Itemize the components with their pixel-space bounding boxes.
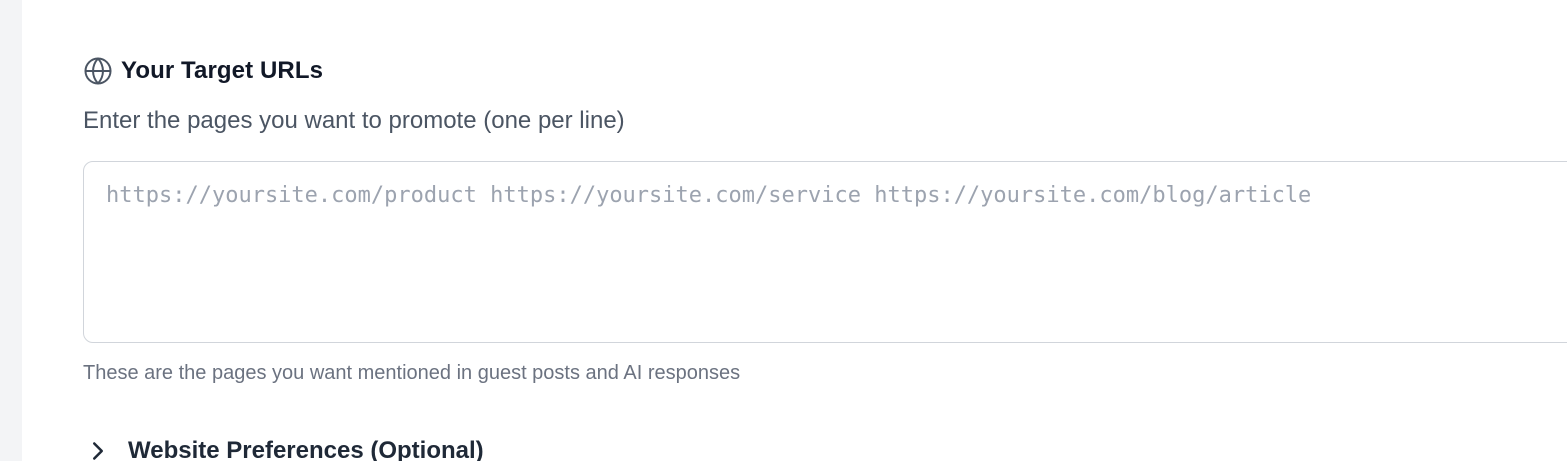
form-panel: Your Target URLs Enter the pages you wan… [22,0,1567,461]
website-preferences-toggle[interactable]: Website Preferences (Optional) [83,436,484,461]
target-urls-title: Your Target URLs [121,57,324,84]
globe-icon [83,56,113,86]
chevron-right-icon [83,436,113,461]
target-urls-description: Enter the pages you want to promote (one… [83,107,625,134]
target-urls-textarea[interactable] [83,161,1567,343]
target-urls-header: Your Target URLs [83,56,323,86]
website-preferences-label: Website Preferences (Optional) [128,437,484,461]
target-urls-helper-text: These are the pages you want mentioned i… [83,362,741,384]
